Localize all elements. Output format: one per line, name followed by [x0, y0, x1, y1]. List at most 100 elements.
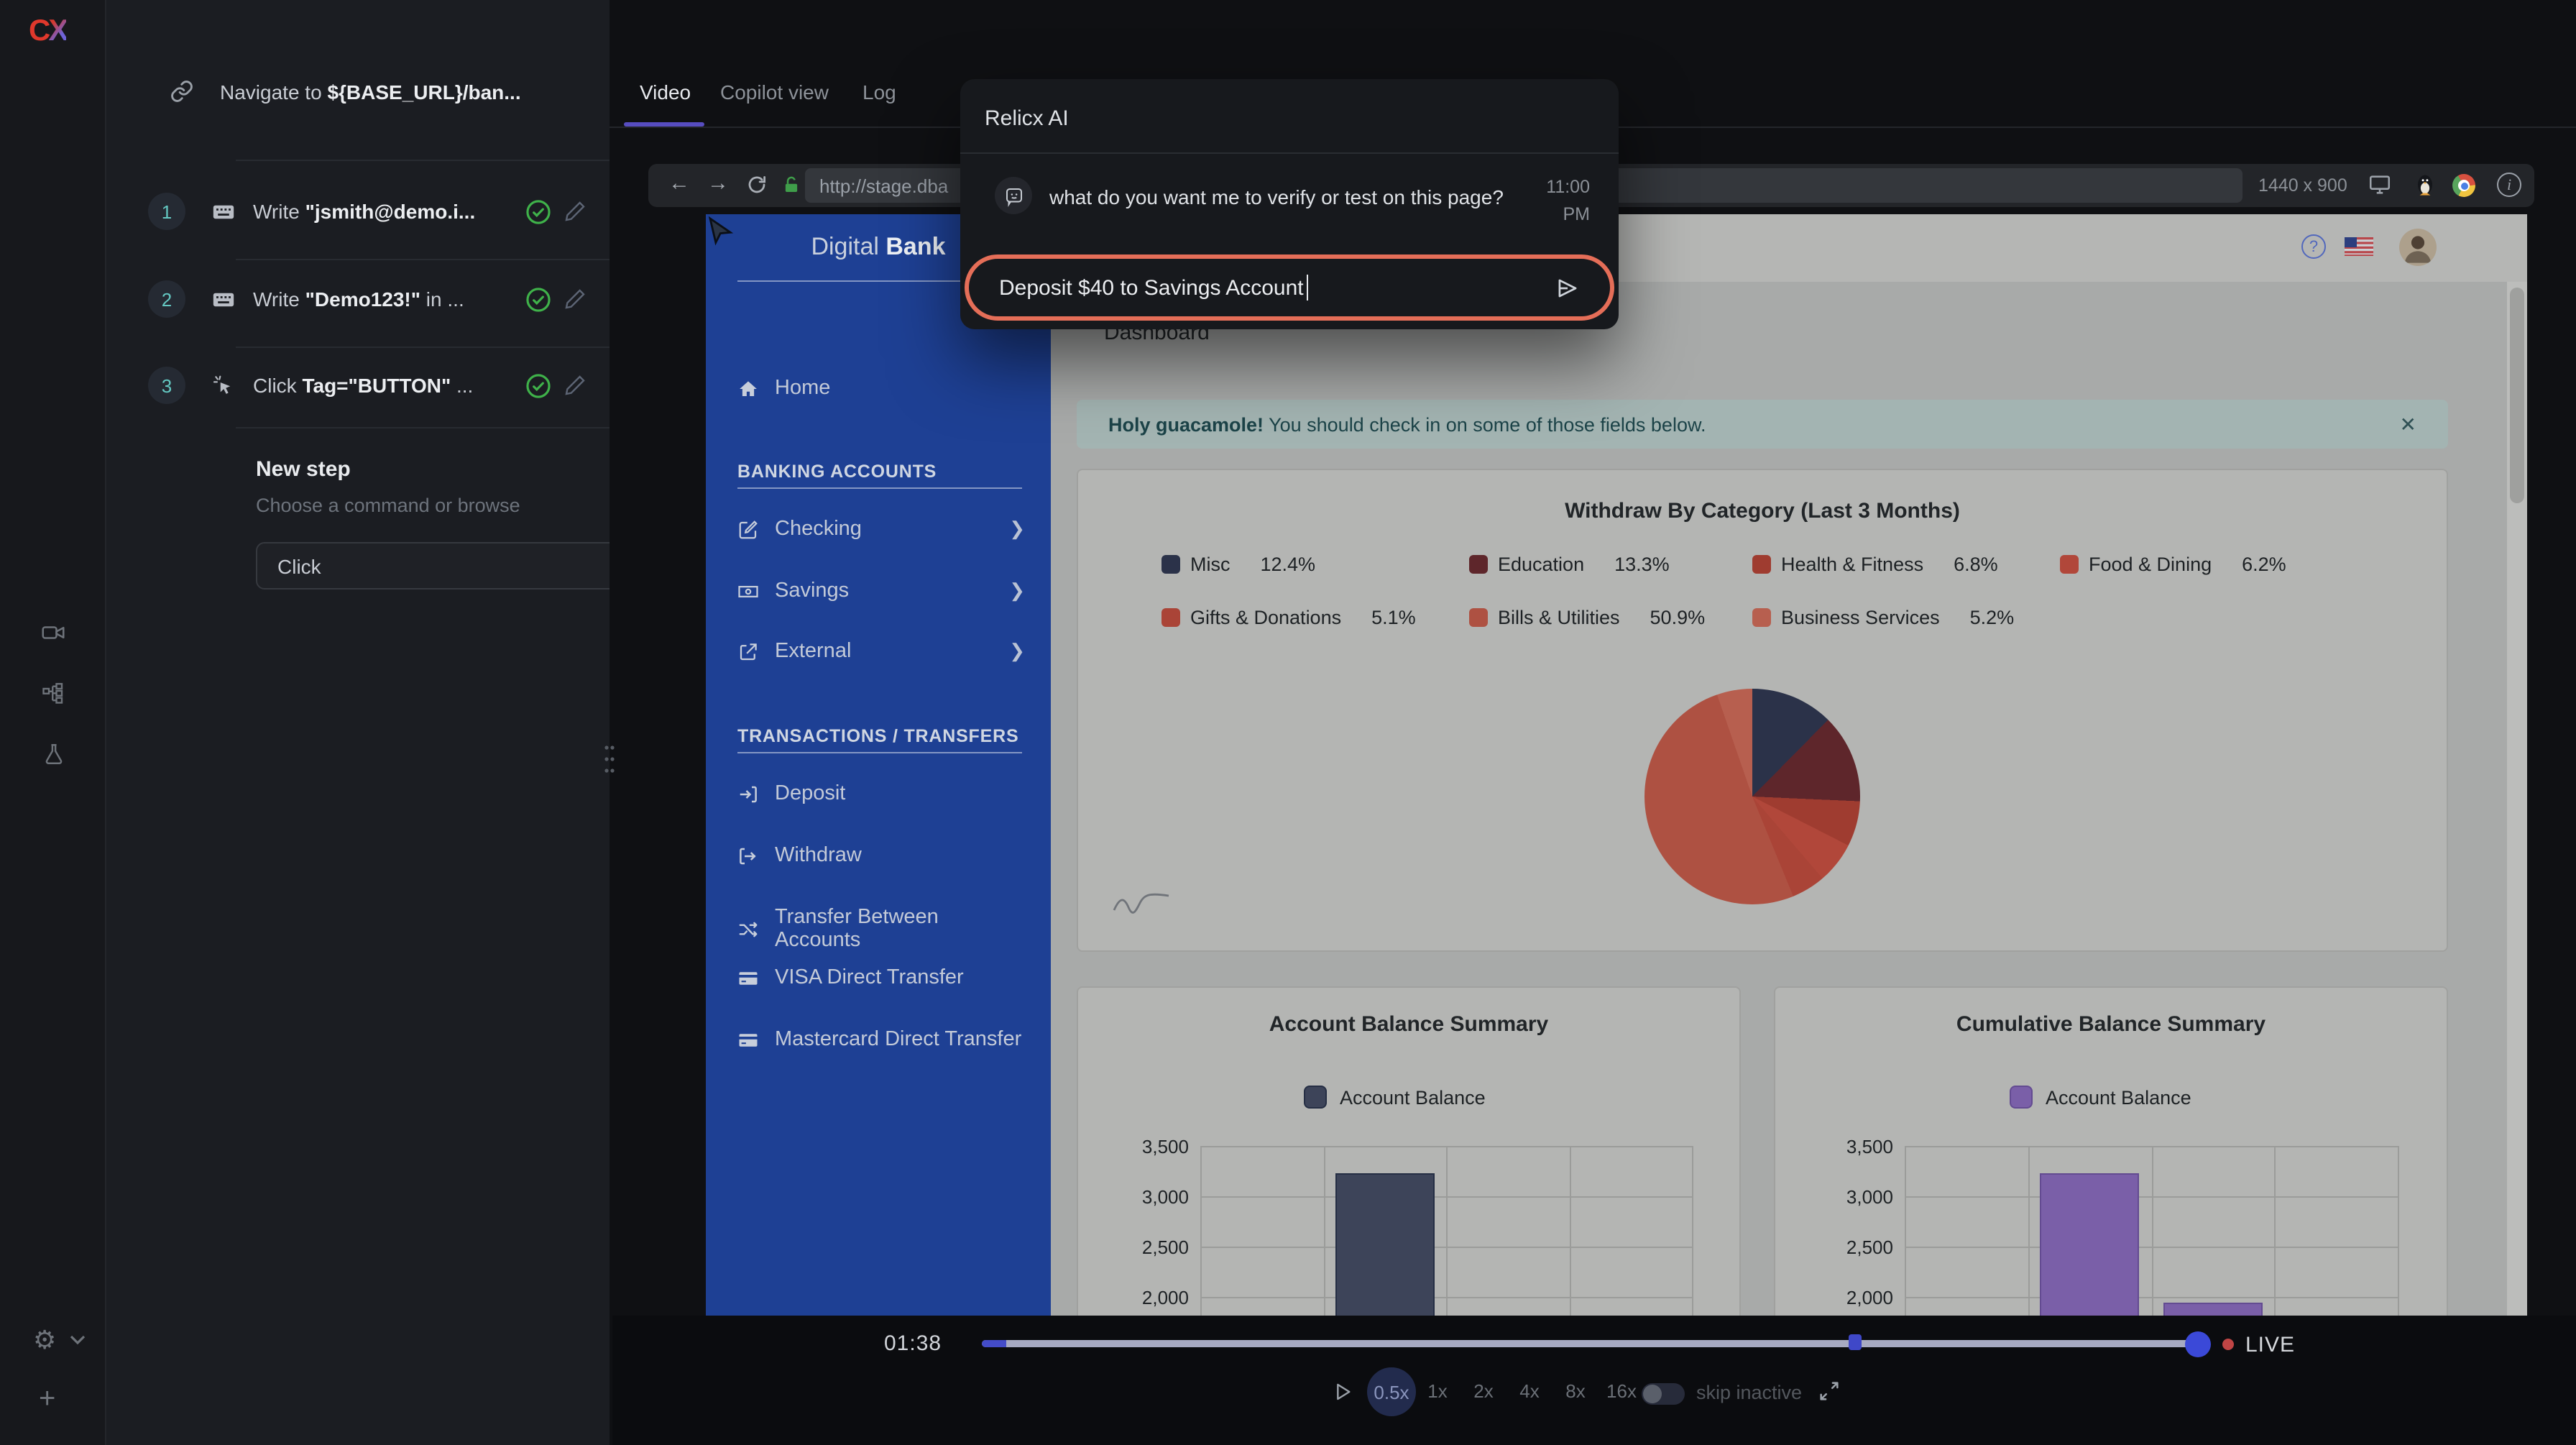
video-viewport[interactable]: ? Digital Bank Home BANKING ACCOUNTS Che… — [706, 214, 2527, 1316]
sidebar-item-label: Savings — [775, 579, 849, 602]
speed-0-5x[interactable]: 0.5x — [1367, 1367, 1416, 1416]
divider — [737, 487, 1022, 489]
app-logo[interactable]: CX — [29, 14, 66, 49]
divider — [737, 752, 1022, 753]
live-label: LIVE — [2245, 1333, 2295, 1357]
legend-swatch — [1162, 608, 1180, 627]
sidebar-section-banking: BANKING ACCOUNTS — [737, 462, 937, 482]
legend-item: Gifts & Donations5.1% — [1162, 607, 1416, 628]
step-number: 1 — [148, 193, 185, 230]
timeline-track[interactable] — [982, 1340, 2209, 1347]
alert-close-icon[interactable]: ✕ — [2400, 412, 2416, 436]
speed-8x[interactable]: 8x — [1552, 1380, 1598, 1402]
sidebar-item-withdraw[interactable]: Withdraw — [737, 844, 1025, 867]
skip-inactive-toggle[interactable] — [1642, 1383, 1685, 1405]
sidebar-item-mastercard-transfer[interactable]: Mastercard Direct Transfer — [737, 1028, 1025, 1051]
timeline-handle[interactable] — [2185, 1331, 2211, 1357]
click-cursor-icon — [211, 373, 236, 398]
speed-4x[interactable]: 4x — [1506, 1380, 1552, 1402]
scrollbar-thumb[interactable] — [2510, 288, 2524, 503]
viewport-resolution: 1440 x 900 — [2258, 175, 2347, 196]
flask-icon[interactable] — [42, 742, 66, 766]
check-circle-icon — [525, 285, 552, 313]
sign-in-icon — [737, 783, 759, 804]
chart-title: Cumulative Balance Summary — [1775, 1012, 2447, 1037]
sidebar-item-deposit[interactable]: Deposit — [737, 782, 1025, 805]
timeline-progress — [982, 1340, 1006, 1347]
sidebar-item-label: Withdraw — [775, 844, 862, 867]
icon-rail: CX ⚙ + — [0, 0, 106, 1445]
edit-pencil-icon[interactable] — [564, 288, 586, 311]
tab-log[interactable]: Log — [862, 81, 896, 104]
bank-user-avatar[interactable] — [2399, 229, 2437, 266]
legend-item: Bills & Utilities50.9% — [1469, 607, 1705, 628]
linux-icon — [2414, 171, 2437, 198]
withdraw-category-panel: Withdraw By Category (Last 3 Months) Mis… — [1077, 469, 2448, 952]
check-circle-icon — [525, 372, 552, 399]
sign-out-icon — [737, 845, 759, 866]
us-flag-icon[interactable] — [2345, 237, 2373, 256]
chevron-down-icon[interactable] — [69, 1334, 86, 1346]
sidebar-item-external[interactable]: External ❯ — [737, 640, 1025, 663]
sidebar-item-savings[interactable]: Savings ❯ — [737, 579, 1025, 602]
dialog-title: Relicx AI — [985, 106, 1069, 131]
step-row-3[interactable]: 3 Click Tag="BUTTON" ... — [148, 367, 586, 404]
edit-pencil-icon[interactable] — [564, 374, 586, 397]
step-navigate[interactable]: Navigate to ${BASE_URL}/ban... — [170, 79, 586, 104]
legend-swatch — [2060, 555, 2079, 574]
timeline-marker[interactable] — [1849, 1334, 1862, 1350]
add-button[interactable]: + — [39, 1383, 55, 1416]
edit-pencil-icon[interactable] — [564, 200, 586, 223]
speed-2x[interactable]: 2x — [1460, 1380, 1506, 1402]
legend-item: Health & Fitness6.8% — [1752, 554, 1998, 575]
sparkline-icon — [1111, 890, 1172, 916]
panel-resize-handle[interactable] — [602, 742, 617, 776]
money-icon — [737, 580, 759, 602]
assistant-message: what do you want me to verify or test on… — [1049, 185, 1504, 208]
ai-assistant-dialog: Relicx AI what do you want me to verify … — [960, 79, 1619, 329]
video-camera-icon[interactable] — [40, 620, 66, 646]
sidebar-item-visa-transfer[interactable]: VISA Direct Transfer — [737, 966, 1025, 989]
sidebar-item-label: Transfer Between Accounts — [775, 906, 1025, 952]
send-icon[interactable] — [1554, 274, 1581, 301]
info-icon[interactable]: i — [2497, 173, 2521, 197]
chevron-right-icon: ❯ — [1009, 518, 1025, 541]
page-scrollbar[interactable] — [2507, 282, 2527, 1316]
browser-back-icon[interactable]: ← — [668, 171, 690, 196]
tab-copilot-view[interactable]: Copilot view — [720, 81, 829, 104]
step-navigate-label: Navigate to ${BASE_URL}/ban... — [220, 80, 521, 103]
keyboard-icon — [211, 287, 236, 311]
step-row-2[interactable]: 2 Write "Demo123!" in ... — [148, 280, 586, 318]
skip-inactive-label: skip inactive — [1696, 1382, 1802, 1403]
gear-icon[interactable]: ⚙ — [33, 1326, 56, 1356]
fullscreen-icon[interactable] — [1817, 1379, 1841, 1403]
ai-prompt-input[interactable]: Deposit $40 to Savings Account — [965, 254, 1614, 321]
sidebar-item-label: Mastercard Direct Transfer — [775, 1028, 1021, 1051]
ai-prompt-value: Deposit $40 to Savings Account — [999, 275, 1304, 300]
browser-forward-icon[interactable]: → — [707, 171, 729, 196]
lock-icon[interactable] — [781, 174, 802, 196]
sidebar-item-checking[interactable]: Checking ❯ — [737, 518, 1025, 541]
tab-video[interactable]: Video — [640, 81, 691, 104]
sidebar-item-home[interactable]: Home — [737, 377, 1025, 400]
sidebar-item-transfer[interactable]: Transfer Between Accounts — [737, 906, 1025, 952]
legend-item: Misc12.4% — [1162, 554, 1315, 575]
bank-help-icon[interactable]: ? — [2301, 234, 2326, 259]
bank-brand-bold: Bank — [886, 233, 945, 260]
sitemap-icon[interactable] — [40, 680, 66, 706]
play-icon[interactable] — [1331, 1380, 1354, 1403]
chart-title: Account Balance Summary — [1078, 1012, 1739, 1037]
y-axis-tick: 3,000 — [1108, 1186, 1189, 1208]
step-row-1[interactable]: 1 Write "jsmith@demo.i... — [148, 193, 586, 230]
keyboard-icon — [211, 199, 236, 224]
monitor-icon[interactable] — [2368, 173, 2392, 197]
speed-16x[interactable]: 16x — [1598, 1380, 1644, 1402]
legend-item: Education13.3% — [1469, 554, 1670, 575]
assistant-chat-icon — [995, 177, 1032, 214]
legend-swatch — [1752, 608, 1771, 627]
bank-brand-light: Digital — [811, 233, 886, 260]
browser-refresh-icon[interactable] — [746, 174, 768, 196]
y-axis-tick: 3,000 — [1813, 1186, 1893, 1208]
app-root: Tests › Interactive AI trainer ? B Envir… — [0, 0, 2576, 1445]
speed-1x[interactable]: 1x — [1414, 1380, 1460, 1402]
